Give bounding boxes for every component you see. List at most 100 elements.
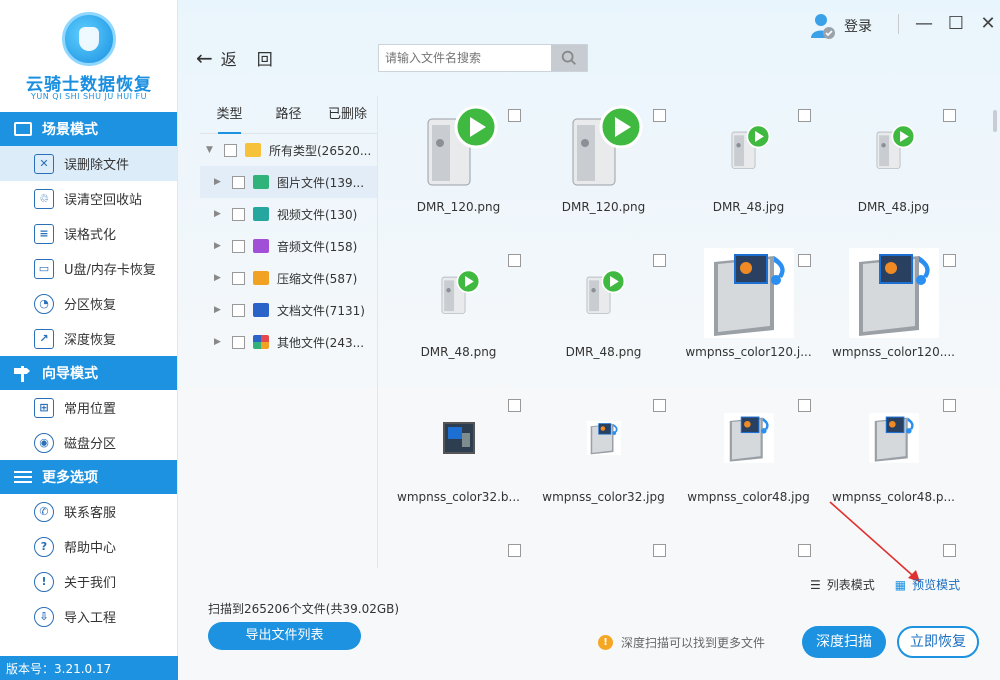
file-checkbox[interactable] — [653, 109, 666, 122]
expand-right-icon[interactable]: ▶ — [214, 305, 224, 315]
checkbox[interactable] — [232, 239, 245, 253]
file-checkbox[interactable] — [943, 544, 956, 557]
checkbox[interactable] — [232, 271, 245, 285]
file-card[interactable] — [386, 531, 531, 566]
tree-row-other[interactable]: ▶ 其他文件(243... — [200, 326, 377, 358]
file-card[interactable] — [821, 531, 966, 566]
list-mode-button[interactable]: ☰ 列表模式 — [810, 576, 875, 593]
export-list-button[interactable]: 导出文件列表 — [208, 622, 361, 650]
file-checkbox[interactable] — [943, 254, 956, 267]
deep-scan-hint: ! 深度扫描可以找到更多文件 — [598, 634, 765, 651]
file-checkbox[interactable] — [653, 544, 666, 557]
expand-right-icon[interactable]: ▶ — [214, 209, 224, 219]
partial-thumbnail-icon — [704, 538, 794, 566]
file-card[interactable] — [676, 531, 821, 566]
section-scene-mode: 场景模式 — [0, 112, 177, 146]
back-button[interactable]: ← 返 回 — [196, 46, 275, 70]
media-server-icon — [586, 269, 625, 314]
file-name: DMR_48.jpg — [712, 200, 785, 214]
search-box — [378, 44, 588, 72]
file-name: wmpnss_color32.jpg — [542, 490, 665, 504]
nav-import-project[interactable]: ⇩ 导入工程 — [0, 599, 177, 634]
search-input[interactable] — [379, 45, 551, 71]
file-card[interactable]: wmpnss_color120.... — [821, 241, 966, 386]
file-name: wmpnss_color120.j... — [685, 345, 812, 359]
file-card[interactable]: DMR_48.png — [386, 241, 531, 386]
expand-right-icon[interactable]: ▶ — [214, 337, 224, 347]
deep-scan-button[interactable]: 深度扫描 — [802, 626, 886, 658]
file-checkbox[interactable] — [508, 544, 521, 557]
search-button[interactable] — [551, 45, 587, 71]
expand-right-icon[interactable]: ▶ — [214, 241, 224, 251]
recover-now-button[interactable]: 立即恢复 — [897, 626, 979, 658]
file-checkbox[interactable] — [798, 544, 811, 557]
tab-type[interactable]: 类型 — [200, 96, 259, 134]
nav-deep-recovery[interactable]: ↗ 深度恢复 — [0, 321, 177, 356]
nav-partition-recovery[interactable]: ◔ 分区恢复 — [0, 286, 177, 321]
preview-mode-button[interactable]: ▦ 预览模式 — [895, 576, 960, 593]
file-checkbox[interactable] — [653, 399, 666, 412]
close-icon[interactable]: ✕ — [979, 15, 997, 33]
scene-icon — [14, 122, 32, 136]
file-card[interactable]: DMR_48.png — [531, 241, 676, 386]
file-checkbox[interactable] — [943, 109, 956, 122]
nav-common-locations[interactable]: ⊞ 常用位置 — [0, 390, 177, 425]
file-checkbox[interactable] — [653, 254, 666, 267]
checkbox[interactable] — [232, 207, 245, 221]
help-icon: ? — [34, 536, 54, 557]
file-checkbox[interactable] — [508, 399, 521, 412]
tree-row-audio[interactable]: ▶ 音频文件(158) — [200, 230, 377, 262]
file-card[interactable]: DMR_48.jpg — [676, 96, 821, 241]
file-card[interactable]: wmpnss_color32.jpg — [531, 386, 676, 531]
expand-right-icon[interactable]: ▶ — [214, 177, 224, 187]
file-checkbox[interactable] — [798, 254, 811, 267]
file-card[interactable]: wmpnss_color48.jpg — [676, 386, 821, 531]
file-card[interactable]: DMR_120.png — [386, 96, 531, 241]
partial-thumbnail-icon — [414, 538, 504, 566]
file-checkbox[interactable] — [798, 109, 811, 122]
tree-row-all-types[interactable]: ▼ 所有类型(26520... — [200, 134, 377, 166]
nav-about-us[interactable]: ! 关于我们 — [0, 564, 177, 599]
file-card[interactable] — [531, 531, 676, 566]
file-card[interactable]: DMR_48.jpg — [821, 96, 966, 241]
file-checkbox[interactable] — [798, 399, 811, 412]
maximize-icon[interactable]: ☐ — [947, 15, 965, 33]
file-card[interactable]: wmpnss_color32.b... — [386, 386, 531, 531]
nav-usb-card[interactable]: ▭ U盘/内存卡恢复 — [0, 251, 177, 286]
media-server-icon — [731, 124, 770, 169]
media-server-icon — [427, 105, 497, 186]
expand-right-icon[interactable]: ▶ — [214, 273, 224, 283]
nav-deleted-files[interactable]: ✕ 误删除文件 — [0, 146, 177, 181]
nav-contact-support[interactable]: ✆ 联系客服 — [0, 494, 177, 529]
tab-path[interactable]: 路径 — [259, 96, 318, 133]
minimize-icon[interactable]: — — [915, 15, 933, 33]
checkbox[interactable] — [232, 303, 245, 317]
tree-row-images[interactable]: ▶ 图片文件(139... — [200, 166, 377, 198]
tree-row-videos[interactable]: ▶ 视频文件(130) — [200, 198, 377, 230]
nav-recycle-bin[interactable]: ♲ 误清空回收站 — [0, 181, 177, 216]
file-checkbox[interactable] — [943, 399, 956, 412]
checkbox[interactable] — [232, 175, 245, 189]
scrollbar[interactable] — [993, 110, 997, 132]
screenshot-thumbnail-icon — [559, 538, 649, 566]
nav-format[interactable]: ≡ 误格式化 — [0, 216, 177, 251]
media-server-icon — [572, 105, 642, 186]
nav-help-center[interactable]: ? 帮助中心 — [0, 529, 177, 564]
nav-disk-partition[interactable]: ◉ 磁盘分区 — [0, 425, 177, 460]
tab-deleted[interactable]: 已删除 — [318, 96, 377, 133]
file-checkbox[interactable] — [508, 254, 521, 267]
grid-icon: ▦ — [894, 577, 907, 592]
file-card[interactable]: wmpnss_color120.j... — [676, 241, 821, 386]
search-icon — [561, 50, 576, 65]
checkbox[interactable] — [232, 335, 245, 349]
file-card[interactable]: DMR_120.png — [531, 96, 676, 241]
tree-row-archives[interactable]: ▶ 压缩文件(587) — [200, 262, 377, 294]
expand-down-icon[interactable]: ▼ — [206, 145, 216, 155]
file-checkbox[interactable] — [508, 109, 521, 122]
file-card[interactable]: wmpnss_color48.p... — [821, 386, 966, 531]
media-server-icon — [441, 269, 480, 314]
tree-row-documents[interactable]: ▶ 文档文件(7131) — [200, 294, 377, 326]
checkbox[interactable] — [224, 143, 237, 157]
media-library-icon — [586, 420, 621, 456]
login-button[interactable]: 登录 — [810, 12, 872, 40]
